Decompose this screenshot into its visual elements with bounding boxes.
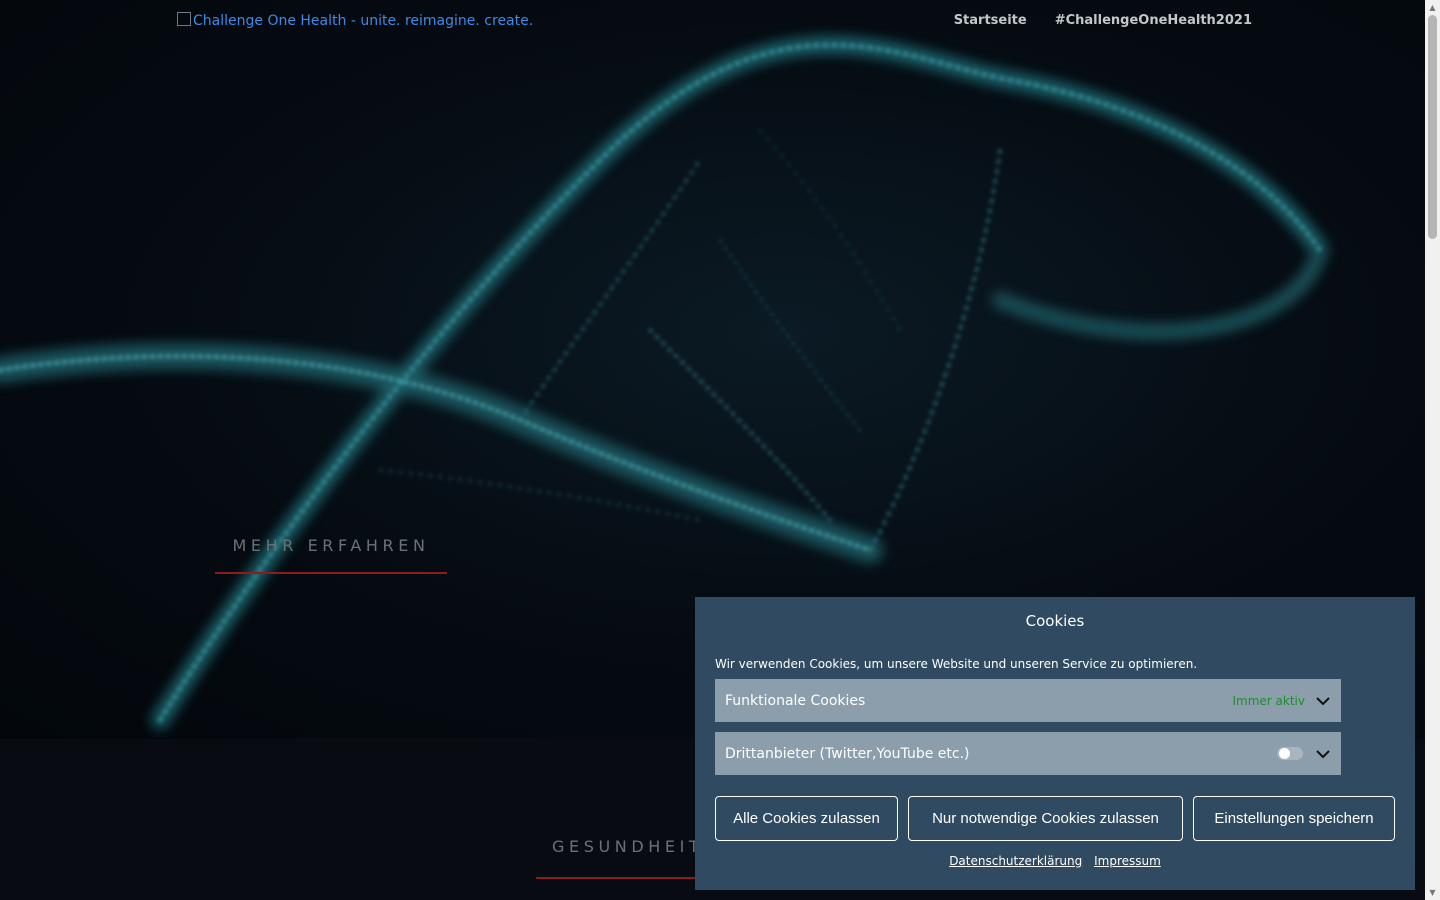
main-nav: Startseite #ChallengeOneHealth2021	[954, 13, 1252, 28]
cookie-category-functional[interactable]: Funktionale Cookies Immer aktiv	[715, 679, 1341, 722]
site-logo-link[interactable]: Challenge One Health - unite. reimagine.…	[177, 12, 533, 29]
cookie-banner-message: Wir verwenden Cookies, um unsere Website…	[715, 657, 1198, 671]
cookie-category-third-party[interactable]: Drittanbieter (Twitter,YouTube etc.)	[715, 732, 1341, 775]
broken-image-icon	[177, 12, 191, 26]
scroll-down-icon[interactable]: ▼	[1425, 885, 1440, 900]
cookie-banner-links: Datenschutzerklärung Impressum	[695, 854, 1415, 868]
site-header: Challenge One Health - unite. reimagine.…	[0, 0, 1425, 44]
save-settings-button[interactable]: Einstellungen speichern	[1193, 796, 1395, 841]
chevron-down-icon[interactable]	[1315, 693, 1331, 709]
page-scrollbar[interactable]: ▲ ▼	[1425, 0, 1440, 900]
logo-alt-text: Challenge One Health - unite. reimagine.…	[193, 13, 534, 29]
toggle-knob	[1279, 748, 1290, 759]
accept-all-cookies-button[interactable]: Alle Cookies zulassen	[715, 796, 898, 841]
nav-link-challenge[interactable]: #ChallengeOneHealth2021	[1055, 13, 1252, 28]
scroll-thumb[interactable]	[1428, 15, 1437, 239]
cookie-category-label: Drittanbieter (Twitter,YouTube etc.)	[725, 745, 970, 762]
privacy-policy-link[interactable]: Datenschutzerklärung	[949, 854, 1082, 868]
chevron-down-icon[interactable]	[1315, 746, 1331, 762]
nav-link-startseite[interactable]: Startseite	[954, 13, 1027, 28]
mehr-erfahren-button[interactable]: MEHR ERFAHREN	[215, 530, 447, 574]
third-party-toggle[interactable]	[1277, 747, 1303, 760]
cookie-button-row: Alle Cookies zulassen Nur notwendige Coo…	[715, 796, 1395, 841]
scroll-up-icon[interactable]: ▲	[1425, 0, 1440, 15]
cookie-banner-title: Cookies	[1025, 612, 1085, 630]
cookie-category-label: Funktionale Cookies	[725, 692, 866, 709]
cookie-banner: Cookies Wir verwenden Cookies, um unsere…	[695, 597, 1415, 890]
imprint-link[interactable]: Impressum	[1094, 854, 1161, 868]
always-active-status: Immer aktiv	[1232, 693, 1306, 708]
accept-necessary-cookies-button[interactable]: Nur notwendige Cookies zulassen	[908, 796, 1183, 841]
